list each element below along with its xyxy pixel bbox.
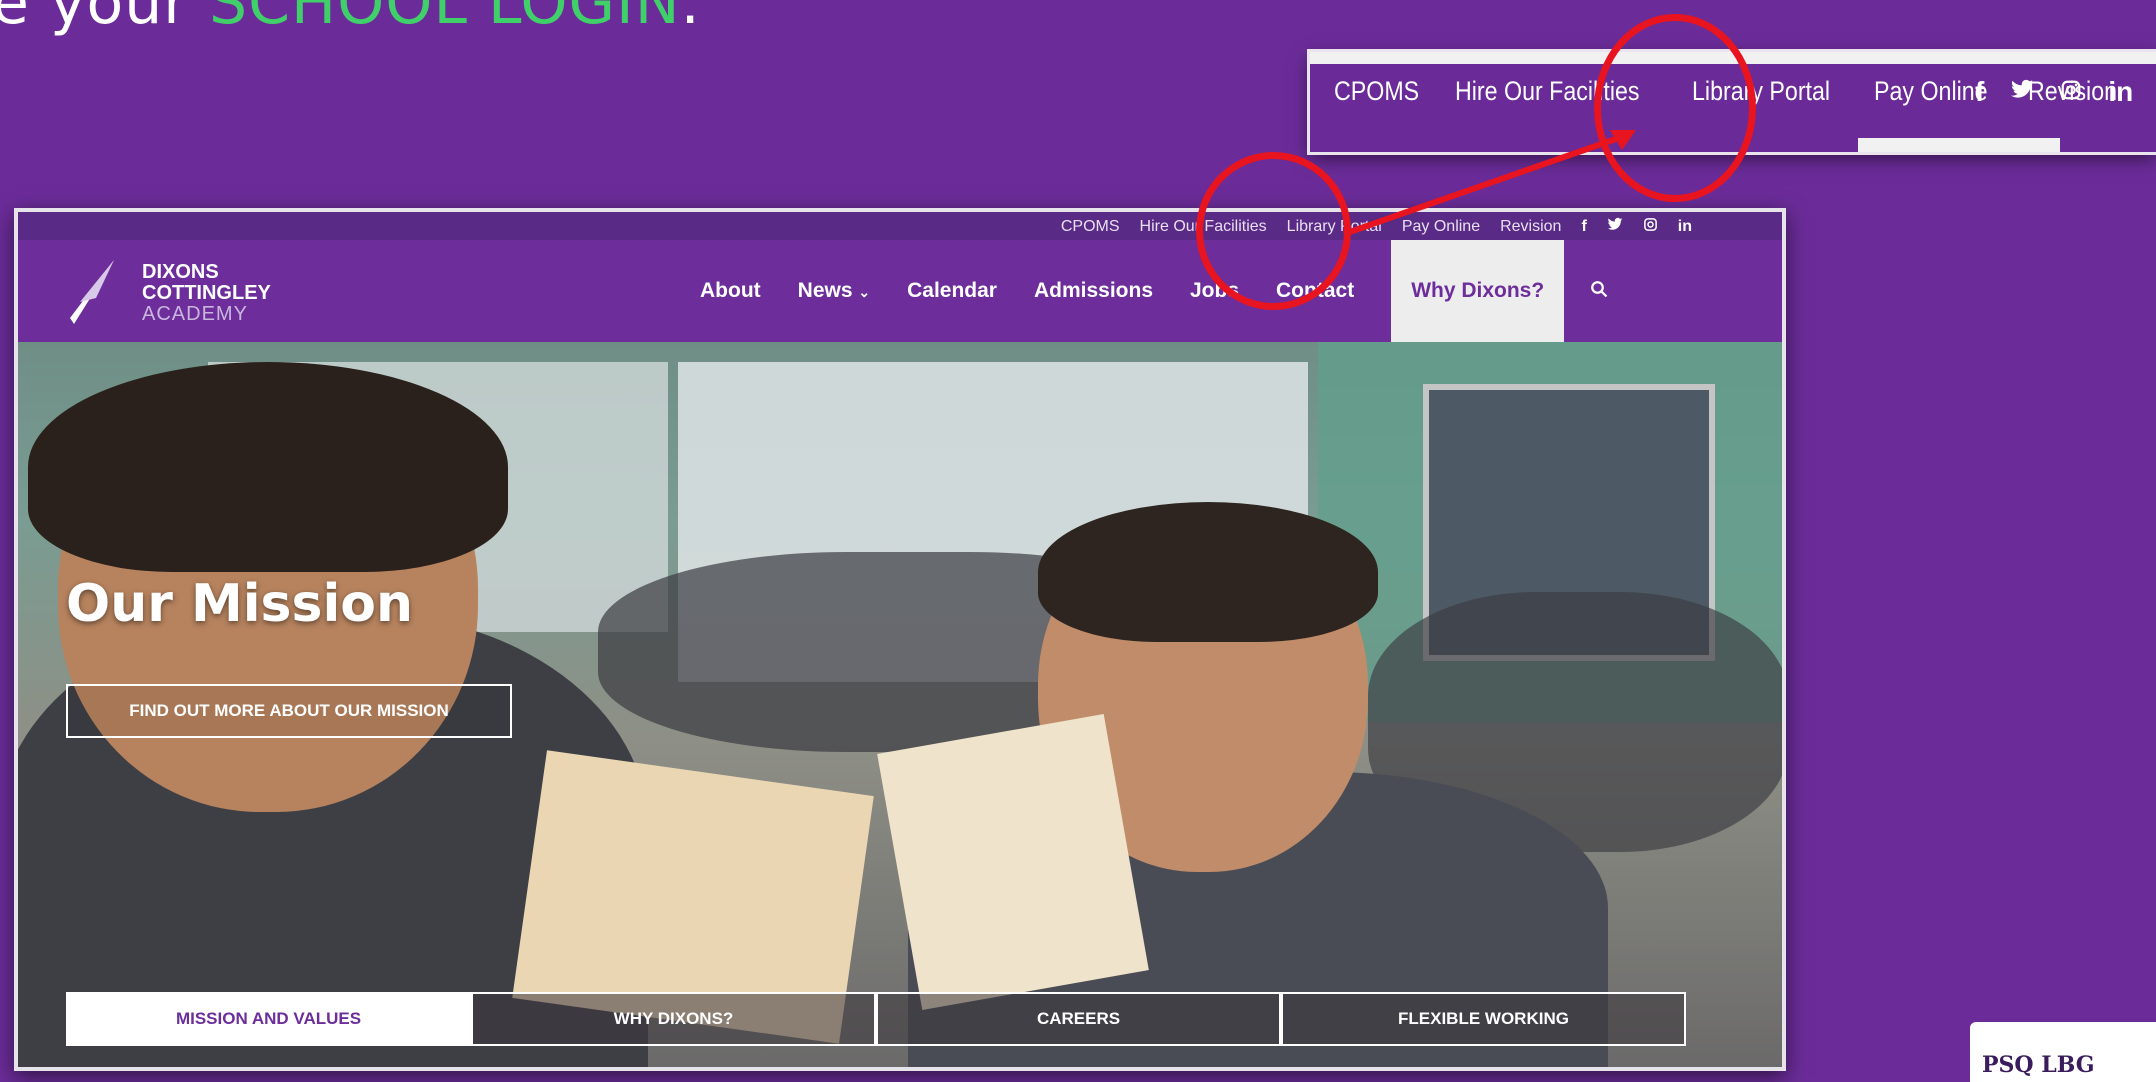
zoom-social-icons: f in xyxy=(1975,76,2133,108)
hero-title: Our Mission xyxy=(66,574,414,634)
tab-flexible-working[interactable]: FLEXIBLE WORKING xyxy=(1281,992,1686,1046)
logo-line-dixons: DIXONS xyxy=(142,261,219,283)
hero-tabs: MISSION AND VALUES WHY DIXONS? CAREERS F… xyxy=(66,992,1686,1046)
website-screenshot: CPOMS Hire Our Facilities Library Portal… xyxy=(14,208,1786,1071)
annotation-arrow-icon xyxy=(1343,130,1636,237)
chevron-down-icon: ⌄ xyxy=(858,284,871,300)
tab-why-dixons[interactable]: WHY DIXONS? xyxy=(471,992,876,1046)
logo-line-cottingley: COTTINGLEY xyxy=(142,282,271,304)
hero-banner: Our Mission FIND OUT MORE ABOUT OUR MISS… xyxy=(18,342,1782,1067)
logo-line-academy: ACADEMY xyxy=(142,303,248,325)
topbar-link-cpoms[interactable]: CPOMS xyxy=(1061,218,1120,236)
zoom-link-pay-online[interactable]: Pay Online xyxy=(1874,76,1988,107)
hero-photo-boy-left-hair xyxy=(28,362,508,572)
nav-why-dixons[interactable]: Why Dixons? xyxy=(1391,240,1565,342)
nav-about[interactable]: About xyxy=(700,279,761,303)
corner-logo: PSQ LBG xyxy=(1970,1022,2156,1082)
zoom-link-cpoms[interactable]: CPOMS xyxy=(1334,76,1419,107)
instruction-heading: e your SCHOOL LOGIN. xyxy=(0,0,701,38)
instagram-icon[interactable] xyxy=(1643,217,1658,237)
mission-button[interactable]: FIND OUT MORE ABOUT OUR MISSION xyxy=(66,684,512,738)
instagram-icon[interactable] xyxy=(2060,76,2082,108)
nav-news[interactable]: News ⌄ xyxy=(798,279,870,303)
main-nav: About News ⌄ Calendar Admissions Jobs Co… xyxy=(700,240,1608,342)
nav-news-label: News xyxy=(797,279,853,302)
quill-logo-icon[interactable] xyxy=(66,258,118,328)
school-logo-text[interactable]: DIXONS COTTINGLEY ACADEMY xyxy=(142,262,271,325)
instruction-suffix: . xyxy=(680,0,701,38)
hero-photo-book-right xyxy=(877,714,1149,1010)
nav-calendar[interactable]: Calendar xyxy=(907,279,997,303)
instruction-prefix: e your xyxy=(0,0,209,38)
facebook-icon[interactable]: f xyxy=(1975,76,1984,108)
linkedin-icon[interactable]: in xyxy=(2108,76,2133,108)
annotation-circle-site xyxy=(1196,152,1351,310)
twitter-icon[interactable] xyxy=(2010,76,2034,108)
tab-careers[interactable]: CAREERS xyxy=(876,992,1281,1046)
site-header: DIXONS COTTINGLEY ACADEMY About News ⌄ C… xyxy=(18,240,1782,342)
corner-logo-text: PSQ LBG xyxy=(1982,1052,2095,1078)
zoom-highlight-bar xyxy=(1858,138,2060,152)
school-login-highlight: SCHOOL LOGIN xyxy=(208,0,681,38)
hero-photo-boy-right-hair xyxy=(1038,502,1378,642)
nav-admissions[interactable]: Admissions xyxy=(1034,279,1153,303)
search-icon[interactable] xyxy=(1590,278,1608,304)
linkedin-icon[interactable]: in xyxy=(1678,218,1692,236)
tab-mission-and-values[interactable]: MISSION AND VALUES xyxy=(66,992,471,1046)
